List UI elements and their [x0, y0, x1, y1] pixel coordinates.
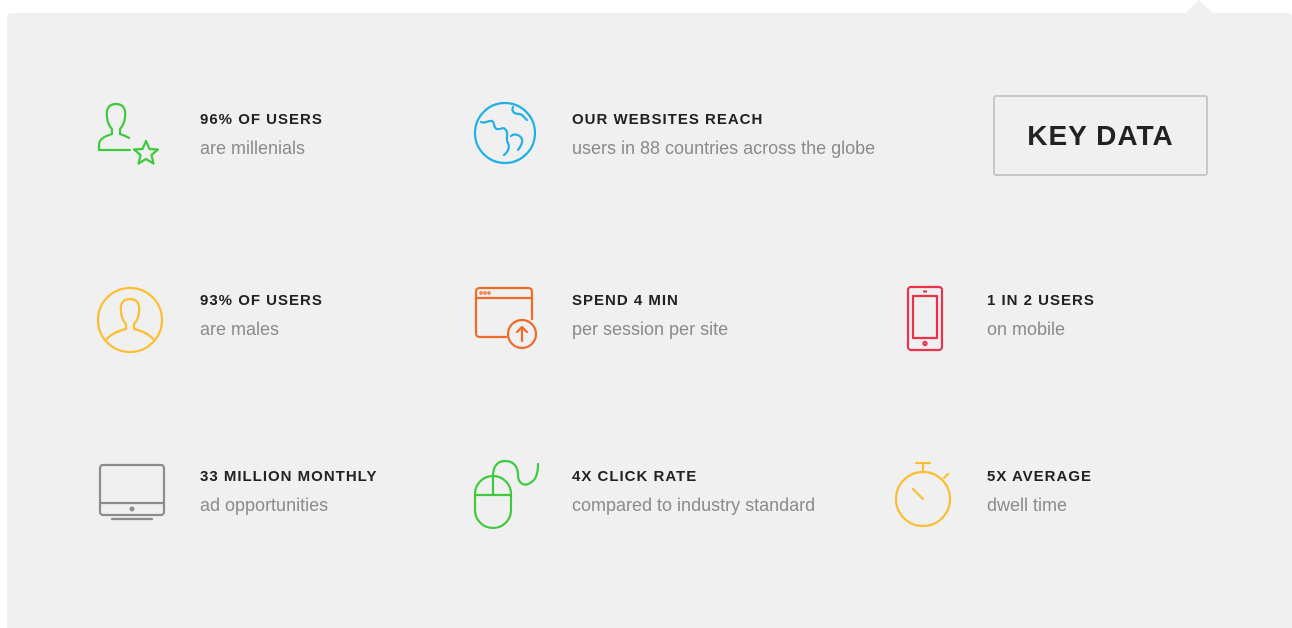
browser-upload-icon	[468, 281, 538, 361]
user-star-icon	[96, 100, 160, 180]
stat-subtitle: users in 88 countries across the globe	[572, 138, 876, 158]
stat-subtitle: are males	[200, 319, 280, 339]
stat-click-rate: 4X CLICK RATE compared to industry stand…	[468, 457, 828, 537]
stat-dwell-time: 5X AVERAGE dwell time	[883, 457, 1243, 537]
stat-subtitle: ad opportunities	[200, 495, 329, 515]
stat-mobile: 1 IN 2 USERS on mobile	[883, 281, 1243, 361]
key-data-button[interactable]: KEY DATA	[993, 95, 1208, 176]
mouse-icon	[468, 457, 540, 537]
stat-title: 93% OF USERS	[200, 292, 323, 309]
stat-subtitle: dwell time	[987, 495, 1068, 515]
stat-subtitle: on mobile	[987, 319, 1066, 339]
stat-males: 93% OF USERS are males	[96, 281, 456, 361]
stat-title: 1 IN 2 USERS	[987, 292, 1095, 309]
stat-title: SPEND 4 MIN	[572, 292, 679, 309]
user-circle-icon	[96, 281, 164, 361]
tablet-icon	[883, 281, 947, 361]
panel-pointer	[1184, 0, 1214, 14]
stat-millenials: 96% OF USERS are millenials	[96, 100, 456, 180]
monitor-icon	[96, 457, 166, 537]
stat-ad-opportunities: 33 MILLION MONTHLY ad opportunities	[96, 457, 456, 537]
globe-icon	[468, 100, 537, 180]
stat-title: 4X CLICK RATE	[572, 468, 698, 485]
stat-title: OUR WEBSITES REACH	[572, 111, 764, 128]
stat-subtitle: are millenials	[200, 138, 306, 158]
stopwatch-icon	[883, 457, 952, 537]
stat-title: 5X AVERAGE	[987, 468, 1093, 485]
stat-subtitle: compared to industry standard	[572, 495, 816, 515]
stat-subtitle: per session per site	[572, 319, 729, 339]
stat-title: 33 MILLION MONTHLY	[200, 468, 378, 485]
stat-global-reach: OUR WEBSITES REACH users in 88 countries…	[468, 100, 875, 180]
stat-session-time: SPEND 4 MIN per session per site	[468, 281, 828, 361]
stat-title: 96% OF USERS	[200, 111, 323, 128]
